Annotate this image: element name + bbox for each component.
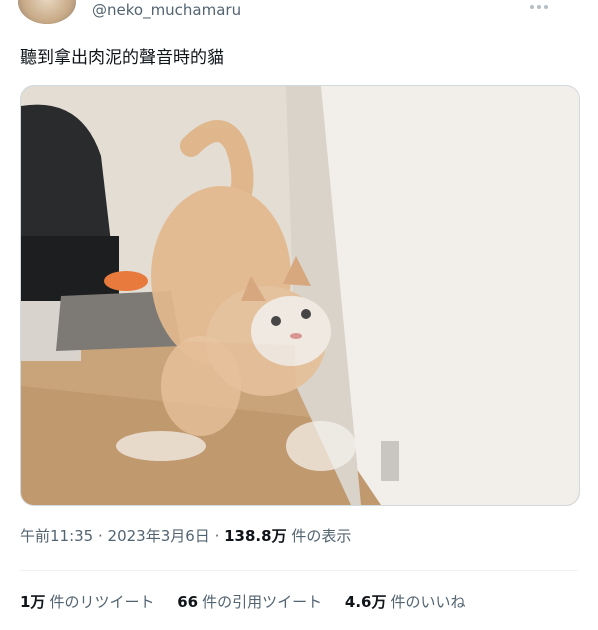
tweet-text: 聽到拿出肉泥的聲音時的貓 [20,48,224,68]
tweet-time[interactable]: 午前11:35 [20,527,93,545]
views-count: 138.8万 [224,527,287,545]
tweet-stats: 1万 件のリツイート 66 件の引用ツイート 4.6万 件のいいね [20,592,484,612]
tweet-media[interactable] [20,85,580,506]
retweets-stat[interactable]: 1万 件のリツイート [20,592,154,612]
quote-tweets-label: 件の引用ツイート [202,593,323,611]
likes-label: 件のいいね [390,593,466,611]
quote-tweets-count: 66 [177,593,199,611]
quote-tweets-stat[interactable]: 66 件の引用ツイート [177,592,322,612]
more-options-icon[interactable] [530,0,570,9]
likes-count: 4.6万 [344,593,387,611]
tweet-meta: 午前11:35 · 2023年3月6日 · 138.8万 件の表示 [20,526,351,546]
retweets-count: 1万 [20,593,46,611]
divider [20,570,578,571]
meta-separator: · [93,527,108,545]
avatar[interactable] [18,0,76,24]
likes-stat[interactable]: 4.6万 件のいいね [345,592,466,612]
tweet-date[interactable]: 2023年3月6日 [108,527,210,545]
retweets-label: 件のリツイート [49,593,155,611]
user-handle[interactable]: @neko_muchamaru [92,0,241,20]
meta-separator: · [209,527,225,545]
cat-photo-icon [21,86,579,505]
views-label: 件の表示 [286,527,352,545]
